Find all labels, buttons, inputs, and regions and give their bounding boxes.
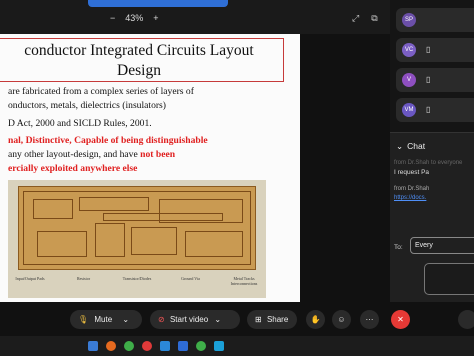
- reactions-icon[interactable]: ☺: [332, 310, 351, 329]
- slide-text-line-5-red: not been: [140, 149, 176, 160]
- shared-slide: conductor Integrated Circuits Layout Des…: [0, 34, 300, 302]
- slide-title-line-1: conductor Integrated Circuits Layout: [24, 42, 254, 59]
- start-video-button[interactable]: ⊘ Start video ⌄: [150, 310, 240, 329]
- slide-text-line-6: ercially exploited anywhere else: [8, 163, 138, 174]
- firefox-icon[interactable]: [106, 341, 116, 351]
- start-icon[interactable]: [88, 341, 98, 351]
- chevron-down-icon[interactable]: ⌄: [396, 141, 403, 152]
- start-video-label: Start video: [169, 315, 209, 324]
- avatar: V: [402, 73, 416, 87]
- chip-label: Transistor/Diodes: [122, 276, 152, 281]
- mute-button[interactable]: 🎙 Mute ⌄: [70, 310, 142, 329]
- slide-title-line-2: Design: [117, 62, 161, 79]
- chip-layout: [18, 186, 256, 270]
- mic-muted-icon: ▯: [426, 105, 431, 114]
- participant-list: SP VC ▯ V ▯ VM ▯: [390, 0, 474, 132]
- chip-label: Input/Output Pads: [15, 276, 45, 281]
- meeting-window: − 43% + ⤢ ⧉ conductor Integrated Circuit…: [0, 0, 474, 356]
- chip-label: Ground Via: [181, 276, 200, 281]
- opera-icon[interactable]: [142, 341, 152, 351]
- participant-tile[interactable]: VC ▯: [396, 38, 474, 62]
- zoom-out-button[interactable]: −: [110, 13, 115, 23]
- zoom-indicator: [88, 0, 228, 7]
- webex-icon[interactable]: [214, 341, 224, 351]
- mic-muted-icon: ▯: [426, 75, 431, 84]
- video-off-icon: ⊘: [158, 315, 165, 324]
- share-label: Share: [266, 315, 289, 324]
- chrome-icon[interactable]: [124, 341, 134, 351]
- avatar: SP: [402, 13, 416, 27]
- zoom-bar: − 43% + ⤢ ⧉: [0, 0, 390, 34]
- chat-input[interactable]: [424, 263, 474, 295]
- slide-text-line-2: onductors, metals, dielectrics (insulato…: [8, 100, 166, 111]
- view-tools: ⤢ ⧉: [352, 13, 378, 24]
- chat-title: Chat: [407, 141, 426, 151]
- app-icon[interactable]: [160, 341, 170, 351]
- share-button[interactable]: ⊞ Share: [247, 310, 297, 329]
- slide-text-line-1: are fabricated from a complex series of …: [8, 86, 194, 97]
- slide-text-line-4: nal, Distinctive, Capable of being disti…: [8, 135, 208, 146]
- slide-text-line-3: D Act, 2000 and SICLD Rules, 2001.: [8, 118, 152, 129]
- zoom-controls: − 43% +: [110, 13, 159, 23]
- meeting-toolbar: 🎙 Mute ⌄ ⊘ Start video ⌄ ⊞ Share ✋ ☺ ⋯ ✕: [0, 302, 474, 336]
- chip-label: Metal Tracks Interconnections: [230, 276, 258, 286]
- ic-layout-image: Input/Output Pads Resistor Transistor/Di…: [8, 180, 266, 298]
- word-icon[interactable]: [178, 341, 188, 351]
- avatar: VC: [402, 43, 416, 57]
- popout-icon[interactable]: ⧉: [371, 13, 377, 24]
- chat-recipient-select[interactable]: Every: [410, 237, 474, 254]
- mic-muted-icon: ▯: [426, 45, 431, 54]
- slide-text-line-5-black: any other layout-design, and have: [8, 149, 141, 160]
- chip-label-row: Input/Output Pads Resistor Transistor/Di…: [8, 276, 266, 296]
- chevron-down-icon[interactable]: ⌄: [214, 315, 221, 324]
- zoom-level: 43%: [125, 13, 144, 23]
- chat-to-label: To:: [394, 244, 403, 251]
- mute-label: Mute: [94, 315, 113, 324]
- avatar: VM: [402, 103, 416, 117]
- os-taskbar: [0, 336, 474, 356]
- slide-title: conductor Integrated Circuits Layout Des…: [0, 38, 284, 82]
- more-options-icon[interactable]: ⋯: [360, 310, 379, 329]
- share-icon: ⊞: [255, 315, 262, 324]
- slide-text-line-5: any other layout-design, and have not be…: [8, 149, 175, 160]
- mic-icon: 🎙: [78, 315, 89, 324]
- participant-tile[interactable]: V ▯: [396, 68, 474, 92]
- participant-tile[interactable]: VM ▯: [396, 98, 474, 122]
- chevron-down-icon[interactable]: ⌄: [122, 315, 129, 324]
- chat-sender: from Dr.Shah: [394, 186, 430, 192]
- chat-header[interactable]: ⌄ Chat: [396, 141, 425, 152]
- raise-hand-icon[interactable]: ✋: [306, 310, 325, 329]
- panel-toggle-icon[interactable]: [458, 310, 474, 329]
- participant-tile[interactable]: SP: [396, 8, 474, 32]
- chrome-icon[interactable]: [196, 341, 206, 351]
- share-screen-icon[interactable]: ⤢: [352, 13, 359, 24]
- chip-label: Resistor: [76, 276, 91, 281]
- chat-message: I request Pa: [394, 169, 430, 176]
- chat-link[interactable]: https://docs.: [394, 195, 426, 201]
- end-call-button[interactable]: ✕: [391, 310, 410, 329]
- chat-panel: ⌄ Chat from Dr.Shah to everyone I reques…: [390, 132, 474, 302]
- chat-meta-faded: from Dr.Shah to everyone: [394, 160, 463, 166]
- zoom-in-button[interactable]: +: [153, 13, 158, 23]
